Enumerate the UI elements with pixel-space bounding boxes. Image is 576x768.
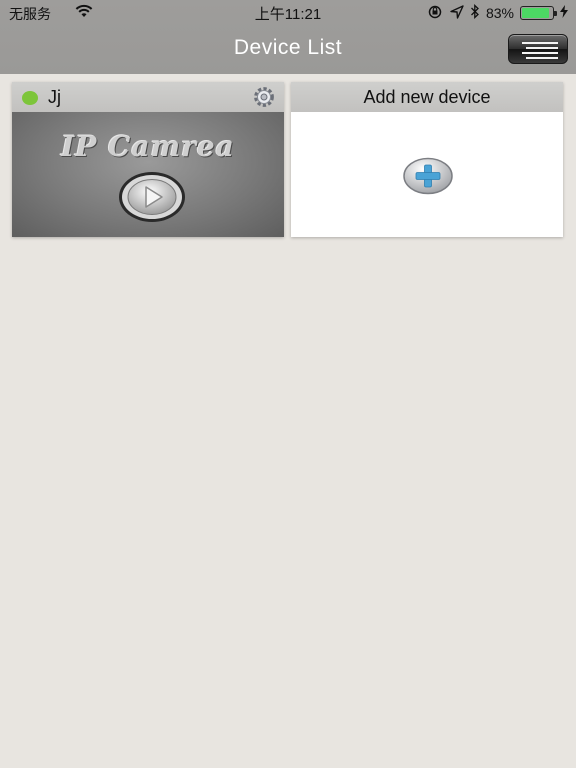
device-settings-button[interactable] [252,86,276,108]
page-title: Device List [233,36,343,59]
gear-icon [254,87,274,107]
add-device-label: Add new device [363,87,491,107]
bluetooth-icon [470,3,480,22]
device-card-header: Jj [12,82,284,112]
location-icon [450,4,464,22]
status-bar: 无服务 上午11:21 83% [0,0,576,24]
battery-icon [520,6,557,20]
play-button[interactable] [118,170,186,224]
list-menu-button[interactable] [508,34,568,64]
battery-percent: 83% [485,5,514,21]
device-card[interactable]: Jj IP Camrea [12,82,284,237]
online-status-indicator [22,91,38,105]
list-menu-icon [522,42,558,59]
camera-thumbnail[interactable]: IP Camrea [12,112,284,237]
device-name: Jj [48,87,61,107]
camera-logo-text: IP Camrea [61,130,235,163]
add-device-header: Add new device [291,82,563,112]
add-device-card[interactable]: Add new device [291,82,563,237]
orientation-lock-icon [426,5,444,22]
plus-icon [403,157,453,195]
add-device-button[interactable] [402,157,454,195]
top-bar: 无服务 上午11:21 83% Device List [0,0,576,74]
play-icon [119,172,185,222]
charging-icon [560,5,568,21]
